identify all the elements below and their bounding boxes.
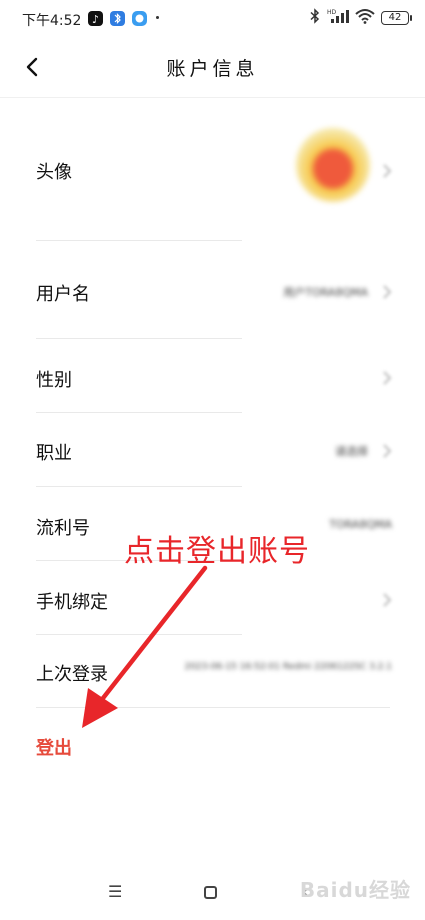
username-row[interactable]: 用户名 用户TORA8QMA	[36, 262, 392, 318]
menu-icon[interactable]: ☰	[108, 882, 122, 901]
gender-row[interactable]: 性别	[36, 350, 392, 406]
svg-text:HD: HD	[327, 9, 337, 16]
divider	[36, 338, 242, 339]
phone-binding-label: 手机绑定	[36, 592, 108, 613]
header-bar: 账户信息	[0, 36, 425, 98]
home-icon[interactable]	[204, 886, 217, 899]
browser-app-icon	[132, 11, 147, 26]
divider	[36, 412, 242, 413]
tiktok-icon: ♪	[88, 11, 103, 26]
avatar-label: 头像	[36, 162, 72, 183]
divider	[36, 634, 242, 635]
battery-icon: 42	[381, 11, 412, 25]
liuli-number-value: TORA8QMA	[329, 518, 392, 531]
chevron-right-icon	[382, 592, 392, 607]
username-label: 用户名	[36, 284, 90, 305]
page-title: 账户信息	[166, 58, 259, 80]
phone-binding-row[interactable]: 手机绑定	[36, 570, 392, 626]
status-icons: HD 42	[309, 8, 412, 28]
status-time: 下午4:52	[22, 13, 82, 29]
status-bar: 下午4:52 ♪ HD 42	[0, 0, 425, 36]
system-nav-bar: ☰ ‹ Baidu经验	[0, 860, 425, 920]
avatar[interactable]	[296, 128, 370, 202]
job-row[interactable]: 职业 请选择	[36, 422, 392, 478]
gender-label: 性别	[36, 370, 72, 391]
chevron-right-icon	[382, 284, 392, 299]
job-value: 请选择	[335, 445, 368, 458]
last-login-value: 2023-06-15 16:52:01 Redmi 2206122SC 3.2.…	[184, 662, 392, 672]
divider	[36, 707, 390, 708]
bluetooth-icon	[309, 8, 321, 28]
wifi-icon	[355, 8, 375, 28]
signal-hd-icon: HD	[327, 8, 349, 28]
chevron-right-icon	[382, 370, 392, 385]
chevron-right-icon	[382, 163, 392, 178]
last-login-row: 上次登录 2023-06-15 16:52:01 Redmi 2206122SC…	[36, 644, 392, 700]
annotation-text: 点击登出账号	[124, 534, 310, 569]
divider	[36, 486, 242, 487]
svg-text:♪: ♪	[92, 13, 99, 26]
logout-button[interactable]: 登出	[36, 734, 72, 760]
notification-dot	[156, 16, 159, 19]
watermark-text: Baidu经验	[299, 878, 411, 902]
job-label: 职业	[36, 443, 72, 464]
chevron-right-icon	[382, 443, 392, 458]
last-login-label: 上次登录	[36, 664, 108, 685]
username-value: 用户TORA8QMA	[283, 286, 368, 299]
liuli-number-label: 流利号	[36, 518, 90, 539]
divider	[36, 240, 242, 241]
bluetooth-app-icon	[110, 11, 125, 26]
